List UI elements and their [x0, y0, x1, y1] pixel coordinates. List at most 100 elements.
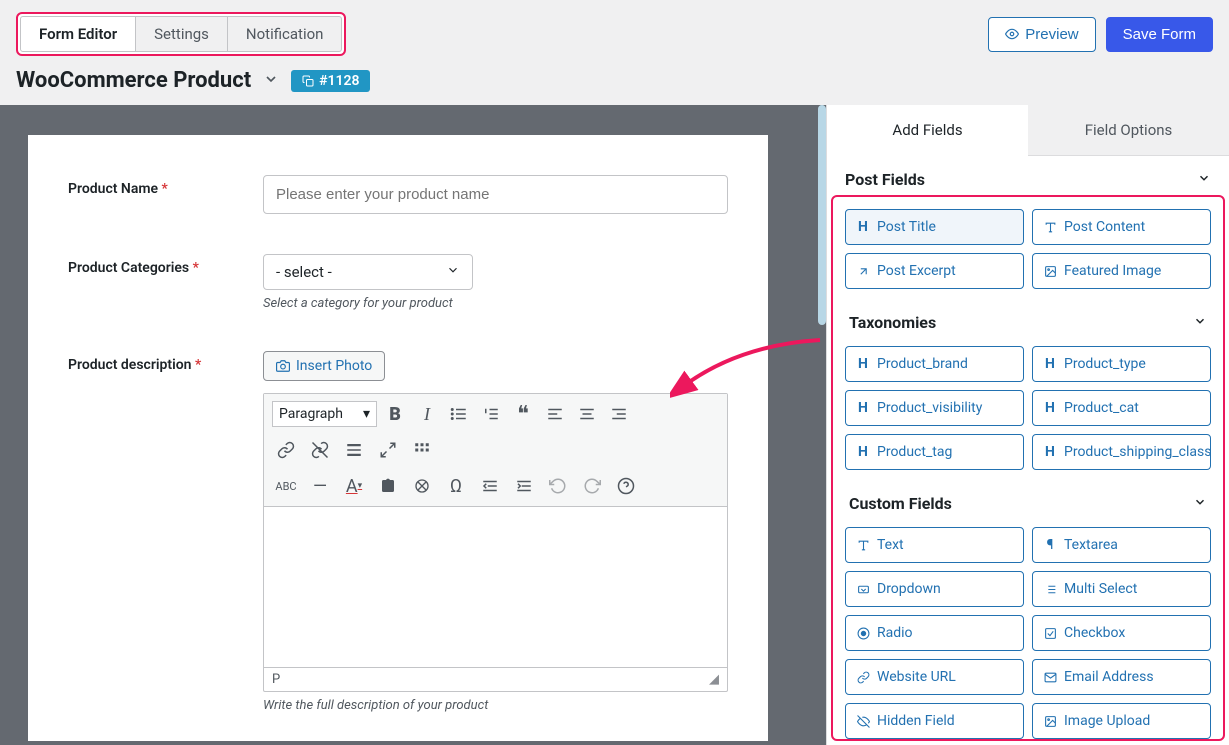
page-title: WooCommerce Product	[16, 68, 251, 93]
chevron-down-icon	[1197, 170, 1211, 189]
field-post-content[interactable]: Post Content	[1032, 209, 1211, 245]
tab-add-fields[interactable]: Add Fields	[827, 105, 1028, 156]
preview-button[interactable]: Preview	[988, 17, 1095, 52]
tab-settings[interactable]: Settings	[136, 16, 228, 52]
align-left-button[interactable]	[541, 400, 569, 428]
excerpt-icon	[856, 264, 870, 278]
paragraph-icon: ¶	[1043, 538, 1057, 552]
field-post-excerpt[interactable]: Post Excerpt	[845, 253, 1024, 289]
field-email-address[interactable]: Email Address	[1032, 659, 1211, 695]
form-canvas: Product Name * Product Categories * - se…	[0, 105, 826, 745]
product-categories-select[interactable]: - select -	[263, 254, 473, 290]
field-textarea[interactable]: ¶Textarea	[1032, 527, 1211, 563]
field-product-visibility[interactable]: HProduct_visibility	[845, 390, 1024, 426]
paragraph-select[interactable]: Paragraph▾	[272, 401, 377, 427]
tab-form-editor[interactable]: Form Editor	[20, 16, 136, 52]
camera-icon	[276, 359, 290, 373]
outdent-button[interactable]	[476, 472, 504, 500]
image-icon	[1043, 264, 1057, 278]
field-multi-select[interactable]: Multi Select	[1032, 571, 1211, 607]
field-product-type[interactable]: HProduct_type	[1032, 346, 1211, 382]
help-button[interactable]	[612, 472, 640, 500]
strikethrough-button[interactable]: ABC	[272, 472, 300, 500]
clear-format-button[interactable]	[408, 472, 436, 500]
dropdown-icon	[856, 582, 870, 596]
field-hidden-field[interactable]: Hidden Field	[845, 703, 1024, 739]
checkbox-icon	[1043, 626, 1057, 640]
eye-icon	[1005, 27, 1019, 41]
preview-label: Preview	[1025, 26, 1078, 43]
field-checkbox[interactable]: Checkbox	[1032, 615, 1211, 651]
description-help: Write the full description of your produ…	[263, 698, 728, 713]
field-image-upload[interactable]: Image Upload	[1032, 703, 1211, 739]
field-post-title[interactable]: HPost Title	[845, 209, 1024, 245]
insert-photo-label: Insert Photo	[296, 358, 372, 374]
heading-icon: H	[1043, 401, 1057, 415]
section-taxonomies[interactable]: Taxonomies	[845, 303, 1211, 346]
link-button[interactable]	[272, 436, 300, 464]
special-char-button[interactable]: Ω	[442, 472, 470, 500]
select-value: - select -	[276, 263, 332, 281]
heading-icon: H	[856, 220, 870, 234]
email-icon	[1043, 670, 1057, 684]
unlink-button[interactable]	[306, 436, 334, 464]
chevron-down-icon	[1193, 494, 1207, 513]
form-id-text: #1128	[319, 73, 359, 89]
field-product-cat[interactable]: HProduct_cat	[1032, 390, 1211, 426]
ordered-list-button[interactable]	[477, 400, 505, 428]
field-product-tag[interactable]: HProduct_tag	[845, 434, 1024, 470]
field-product-brand[interactable]: HProduct_brand	[845, 346, 1024, 382]
bullet-list-button[interactable]	[445, 400, 473, 428]
chevron-down-icon	[446, 263, 460, 281]
title-dropdown-icon[interactable]	[263, 71, 279, 91]
align-center-button[interactable]	[573, 400, 601, 428]
hr-button[interactable]: —	[306, 472, 334, 500]
tab-field-options[interactable]: Field Options	[1028, 105, 1229, 156]
text-color-button[interactable]: A▾	[340, 472, 368, 500]
categories-help: Select a category for your product	[263, 296, 728, 311]
resize-handle[interactable]: ◢	[709, 672, 719, 687]
blockquote-button[interactable]: ❝	[509, 400, 537, 428]
align-right-button[interactable]	[605, 400, 633, 428]
image-icon	[1043, 714, 1057, 728]
fullscreen-button[interactable]	[374, 436, 402, 464]
field-website-url[interactable]: Website URL	[845, 659, 1024, 695]
indent-button[interactable]	[510, 472, 538, 500]
link-icon	[856, 670, 870, 684]
list-icon	[1043, 582, 1057, 596]
field-product-shipping-class[interactable]: HProduct_shipping_class	[1032, 434, 1211, 470]
field-radio[interactable]: Radio	[845, 615, 1024, 651]
insert-photo-button[interactable]: Insert Photo	[263, 351, 385, 381]
undo-button[interactable]	[544, 472, 572, 500]
paste-text-button[interactable]	[374, 472, 402, 500]
bold-button[interactable]: B	[381, 400, 409, 428]
rich-text-editor: Paragraph▾ B I ❝	[263, 393, 728, 692]
save-form-button[interactable]: Save Form	[1106, 17, 1213, 52]
field-text[interactable]: Text	[845, 527, 1024, 563]
text-icon	[1043, 220, 1057, 234]
product-name-input[interactable]	[263, 175, 728, 214]
section-post-fields[interactable]: Post Fields	[827, 156, 1229, 193]
field-featured-image[interactable]: Featured Image	[1032, 253, 1211, 289]
tab-notification[interactable]: Notification	[228, 16, 343, 52]
product-categories-label: Product Categories *	[68, 254, 263, 311]
editor-textarea[interactable]	[264, 507, 727, 667]
heading-icon: H	[856, 357, 870, 371]
heading-icon: H	[856, 401, 870, 415]
product-name-label: Product Name *	[68, 175, 263, 214]
section-custom-fields[interactable]: Custom Fields	[845, 484, 1211, 527]
heading-icon: H	[1043, 357, 1057, 371]
radio-icon	[856, 626, 870, 640]
toolbar-toggle-button[interactable]	[408, 436, 436, 464]
redo-button[interactable]	[578, 472, 606, 500]
text-icon	[856, 538, 870, 552]
field-dropdown[interactable]: Dropdown	[845, 571, 1024, 607]
hidden-icon	[856, 714, 870, 728]
product-description-label: Product description *	[68, 351, 263, 713]
readmore-button[interactable]	[340, 436, 368, 464]
form-id-badge[interactable]: #1128	[291, 70, 369, 92]
caret-down-icon: ▾	[363, 406, 370, 422]
italic-button[interactable]: I	[413, 400, 441, 428]
canvas-scrollbar[interactable]	[818, 105, 826, 325]
heading-icon: H	[1043, 445, 1057, 459]
